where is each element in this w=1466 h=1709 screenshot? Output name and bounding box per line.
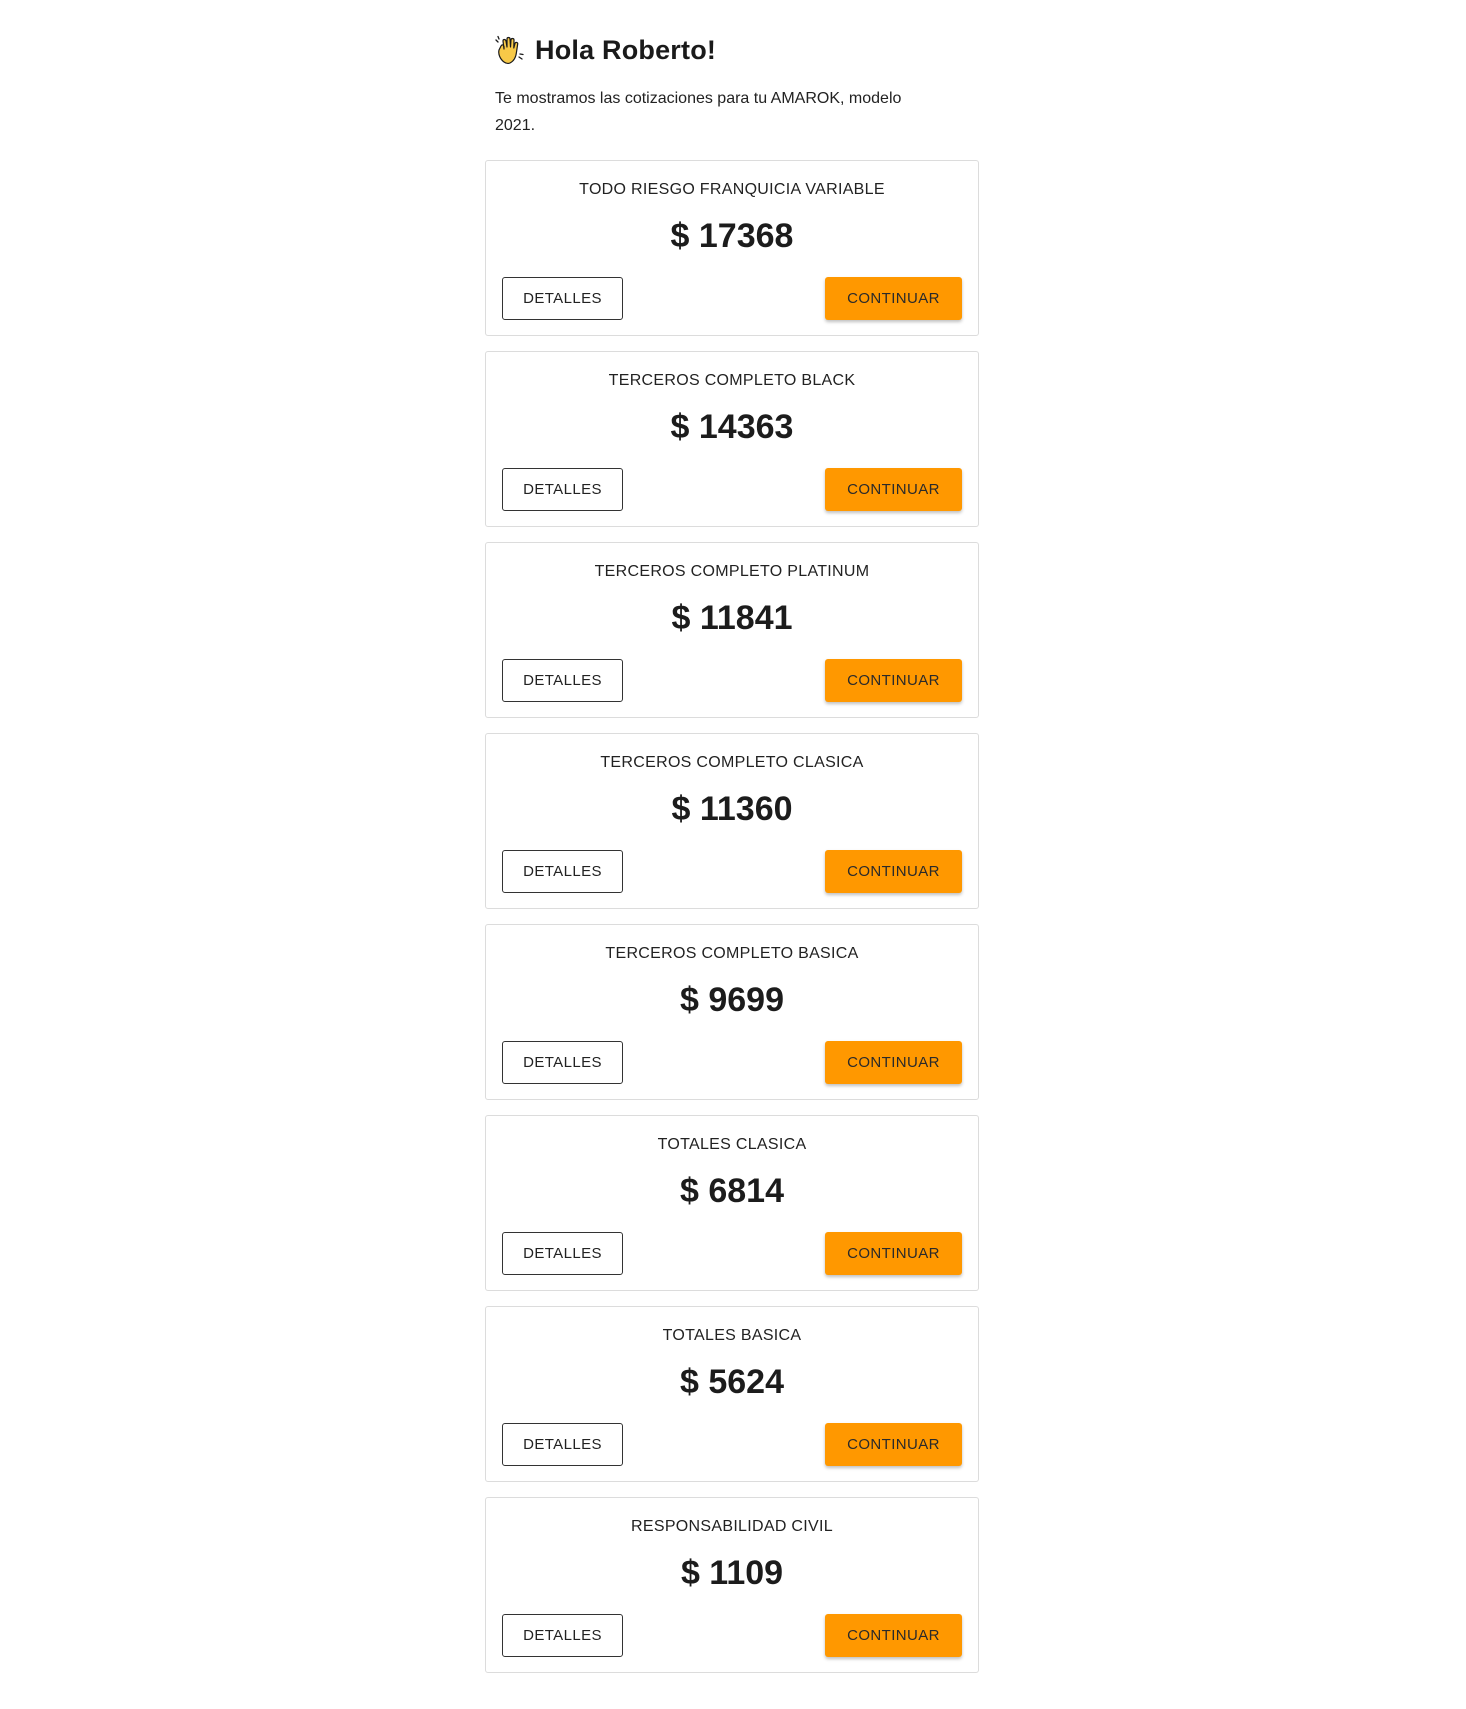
plan-price: $ 11841	[671, 599, 793, 637]
continue-button[interactable]: CONTINUAR	[825, 659, 962, 702]
intro-line-1: Te mostramos las cotizaciones para tu AM…	[495, 90, 902, 107]
continue-button[interactable]: CONTINUAR	[825, 468, 962, 511]
quote-card: TERCEROS COMPLETO BLACK $ 14363 DETALLES…	[485, 351, 979, 527]
plan-price: $ 17368	[670, 217, 794, 255]
waving-hand-icon	[495, 35, 525, 65]
plan-name: TODO RIESGO FRANQUICIA VARIABLE	[579, 181, 885, 198]
quote-card: RESPONSABILIDAD CIVIL $ 1109 DETALLES CO…	[485, 1497, 979, 1673]
quote-card: TOTALES BASICA $ 5624 DETALLES CONTINUAR	[485, 1306, 979, 1482]
details-button[interactable]: DETALLES	[502, 1423, 623, 1466]
quote-card: TODO RIESGO FRANQUICIA VARIABLE $ 17368 …	[485, 160, 979, 336]
details-button[interactable]: DETALLES	[502, 850, 623, 893]
plan-price: $ 5624	[680, 1363, 784, 1401]
continue-button[interactable]: CONTINUAR	[825, 1232, 962, 1275]
continue-button[interactable]: CONTINUAR	[825, 1614, 962, 1657]
continue-button[interactable]: CONTINUAR	[825, 1423, 962, 1466]
greeting-title: Hola Roberto!	[535, 34, 717, 65]
plan-name: RESPONSABILIDAD CIVIL	[631, 1518, 833, 1535]
plan-name: TERCEROS COMPLETO BASICA	[605, 945, 859, 962]
details-button[interactable]: DETALLES	[502, 468, 623, 511]
plan-name: TERCEROS COMPLETO PLATINUM	[594, 563, 870, 580]
plan-name: TERCEROS COMPLETO CLASICA	[600, 754, 864, 771]
plan-price: $ 1109	[680, 1554, 784, 1592]
intro-text: Te mostramos las cotizaciones para tu AM…	[495, 85, 965, 139]
plan-name: TOTALES CLASICA	[657, 1136, 807, 1153]
plan-name: TERCEROS COMPLETO BLACK	[608, 372, 856, 389]
details-button[interactable]: DETALLES	[502, 1614, 623, 1657]
continue-button[interactable]: CONTINUAR	[825, 1041, 962, 1084]
greeting-header: Hola Roberto!	[495, 34, 979, 66]
continue-button[interactable]: CONTINUAR	[825, 850, 962, 893]
details-button[interactable]: DETALLES	[502, 659, 623, 702]
quote-card: TERCEROS COMPLETO CLASICA $ 11360 DETALL…	[485, 733, 979, 909]
plan-price: $ 9699	[680, 981, 784, 1019]
quote-card: TERCEROS COMPLETO PLATINUM $ 11841 DETAL…	[485, 542, 979, 718]
details-button[interactable]: DETALLES	[502, 277, 623, 320]
plan-name: TOTALES BASICA	[662, 1327, 802, 1344]
details-button[interactable]: DETALLES	[502, 1232, 623, 1275]
quote-list: TODO RIESGO FRANQUICIA VARIABLE $ 17368 …	[485, 160, 979, 1673]
quote-card: TOTALES CLASICA $ 6814 DETALLES CONTINUA…	[485, 1115, 979, 1291]
quotes-page: Hola Roberto! Te mostramos las cotizacio…	[485, 0, 979, 1688]
plan-price: $ 14363	[670, 408, 794, 446]
continue-button[interactable]: CONTINUAR	[825, 277, 962, 320]
plan-price: $ 6814	[680, 1172, 784, 1210]
intro-line-2: 2021.	[495, 117, 536, 134]
quote-card: TERCEROS COMPLETO BASICA $ 9699 DETALLES…	[485, 924, 979, 1100]
plan-price: $ 11360	[671, 790, 793, 828]
details-button[interactable]: DETALLES	[502, 1041, 623, 1084]
